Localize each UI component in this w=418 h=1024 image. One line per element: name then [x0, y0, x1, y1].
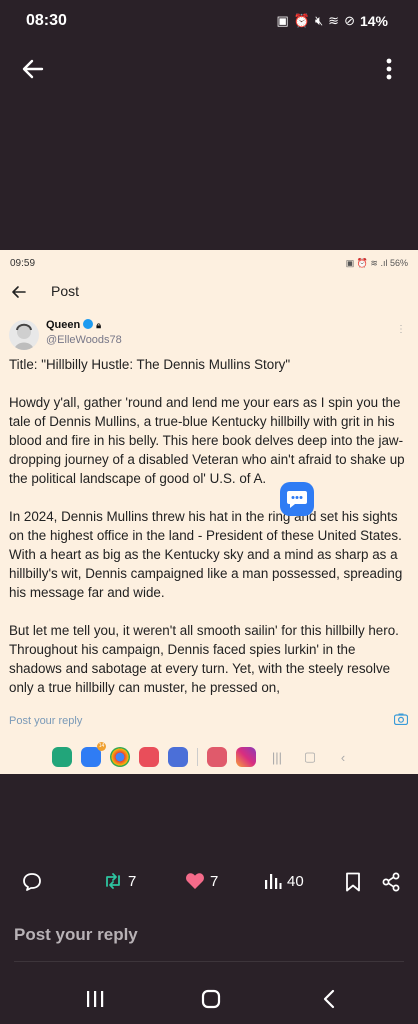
avatar-image-icon	[14, 323, 34, 350]
retweet-button[interactable]: 7	[103, 872, 136, 890]
message-dots-icon	[287, 491, 307, 508]
apps-grid-icon	[168, 747, 188, 767]
image-recents-icon: |||	[271, 749, 283, 765]
user-name: Queen 🔒︎	[46, 319, 101, 331]
image-battery: 56%	[389, 258, 408, 268]
more-options-button[interactable]	[376, 56, 402, 82]
image-home-icon: ▢	[303, 749, 317, 764]
status-time: 08:30	[26, 12, 67, 29]
lock-icon: 🔒︎	[96, 320, 102, 330]
reply-button[interactable]	[22, 872, 42, 892]
image-back-icon: ‹	[340, 749, 346, 765]
dock-divider	[197, 748, 198, 766]
reply-placeholder: Post your reply	[14, 925, 138, 944]
arrow-left-icon	[22, 59, 44, 79]
image-header-title: Post	[51, 283, 80, 299]
recents-button[interactable]	[80, 984, 110, 1014]
battery-level: 14%	[359, 13, 388, 29]
post-text: Title: "Hillbilly Hustle: The Dennis Mul…	[9, 355, 409, 716]
bookmark-button[interactable]	[345, 872, 361, 892]
alarm-icon: ⏰	[293, 13, 310, 28]
lock-status-icon: ▣	[276, 13, 289, 28]
messages-badge: 14	[97, 742, 106, 751]
image-back-arrow-icon	[12, 286, 26, 298]
back-button[interactable]	[20, 56, 46, 82]
bookmark-icon	[346, 872, 360, 892]
retweet-count: 7	[128, 872, 137, 890]
verified-badge-icon	[83, 319, 94, 329]
phone-app-icon	[52, 747, 72, 767]
retweet-icon	[106, 873, 120, 889]
user-name-text: Queen	[46, 319, 81, 331]
image-reply-placeholder: Post your reply	[9, 715, 83, 727]
share-icon	[382, 872, 400, 892]
post-paragraph: But let me tell you, it weren't all smoo…	[9, 623, 399, 695]
avatar	[9, 320, 39, 350]
system-back-button[interactable]	[314, 984, 344, 1014]
image-header: Post	[0, 280, 418, 306]
home-icon	[201, 989, 221, 1009]
post-image[interactable]: 09:59 ▣ ⏰ ≋ .ıl 56% Post Queen 🔒︎ @ElleWo…	[0, 250, 418, 774]
image-status-time: 09:59	[10, 258, 36, 269]
like-count: 7	[210, 872, 219, 890]
post-actions: 7 7 40	[0, 870, 418, 898]
comment-icon	[23, 873, 41, 891]
post-paragraph: In 2024, Dennis Mullins threw his hat in…	[9, 509, 403, 600]
like-button[interactable]: 7	[185, 872, 218, 890]
top-app-bar	[0, 48, 418, 92]
status-bar: 08:30 ▣ ⏰ 🔇︎ ≋ ⊘ 14%	[0, 0, 418, 44]
image-dock: 14 ||| ▢ ‹	[0, 740, 418, 774]
home-button[interactable]	[196, 984, 226, 1014]
reply-input[interactable]: Post your reply	[14, 925, 404, 957]
user-handle: @ElleWoods78	[46, 334, 122, 346]
chrome-app-icon	[110, 747, 130, 767]
heart-icon	[186, 873, 204, 889]
image-more-icon: ⋮	[396, 324, 406, 335]
image-reply-bar: Post your reply	[0, 705, 418, 735]
system-nav-bar	[0, 978, 418, 1018]
dnd-icon: ⊘	[344, 13, 355, 28]
views-button[interactable]: 40	[264, 872, 304, 890]
share-button[interactable]	[381, 872, 401, 892]
chevron-left-icon	[323, 989, 335, 1009]
divider	[14, 961, 404, 962]
instagram-app-icon	[236, 747, 256, 767]
more-vertical-icon	[386, 58, 392, 80]
chat-bubble-icon	[280, 482, 314, 516]
status-icons: ▣ ⏰ 🔇︎ ≋ ⊘ 14%	[276, 13, 388, 29]
post-paragraph: Howdy y'all, gather 'round and lend me y…	[9, 395, 405, 486]
camera-icon	[394, 713, 408, 725]
mute-icon: 🔇︎	[314, 13, 324, 28]
messages-app-icon: 14	[81, 742, 106, 767]
bar-chart-icon	[265, 874, 282, 889]
wifi-icon: ≋	[328, 13, 340, 28]
flower-app-icon	[207, 747, 227, 767]
views-count: 40	[287, 872, 304, 890]
recents-icon	[87, 991, 104, 1007]
camera-app-icon	[139, 747, 159, 767]
image-status-icons: ▣ ⏰ ≋ .ıl 56%	[345, 258, 408, 268]
post-paragraph: Title: "Hillbilly Hustle: The Dennis Mul…	[9, 357, 291, 372]
